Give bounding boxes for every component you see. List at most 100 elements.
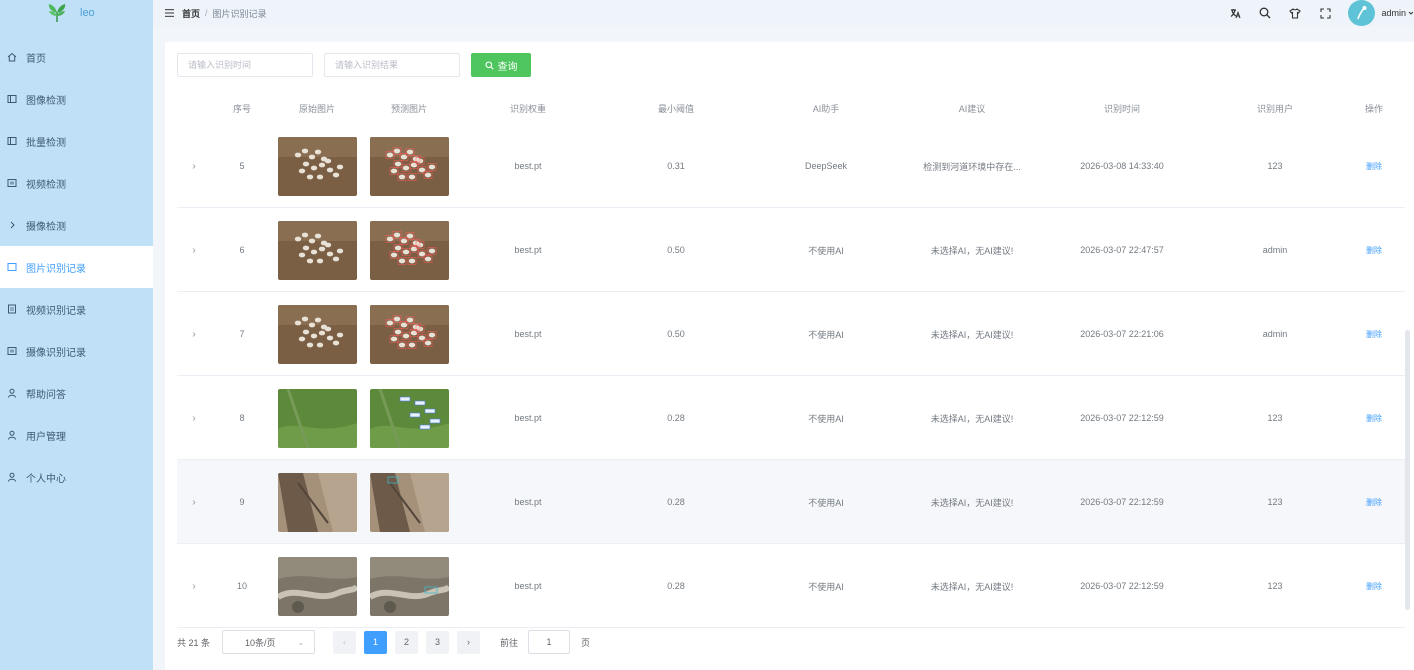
sidebar-menu: 首页 图像检测 批量检测 视频检测 摄像检测 图片识别记录 视频识别记录摄像识别记录帮助问答… — [0, 36, 153, 498]
page-button[interactable]: 2 — [395, 630, 419, 654]
page-button[interactable]: 3 — [426, 630, 450, 654]
help-icon — [7, 388, 17, 398]
goto-page-input[interactable] — [528, 630, 571, 654]
actions-cell: 删除 — [1349, 292, 1399, 376]
menu-toggle-icon[interactable] — [165, 9, 174, 17]
user-cell: 123 — [1267, 413, 1283, 423]
page-suffix: 页 — [581, 637, 591, 648]
original-image-cell — [272, 544, 362, 628]
page-size-select[interactable]: 10条/页 ⌄ — [222, 630, 316, 654]
actions-cell: 删除 — [1349, 544, 1399, 628]
table-row[interactable]: › 7 best.pt 0.50 不使用AI 未选择AI，无AI建议! 2026-03-07… — [177, 292, 1405, 376]
original-image[interactable] — [277, 472, 357, 532]
time-cell: 2026-03-07 22:21:06 — [1080, 329, 1164, 339]
logo-text: leo — [80, 7, 95, 19]
breadcrumb: 首页 / 图片识别记录 — [153, 7, 267, 20]
time-cell: 2026-03-08 14:33:40 — [1080, 161, 1164, 171]
search-button[interactable]: 查询 — [471, 53, 531, 77]
actions-cell: 删除 — [1349, 208, 1399, 292]
col-ai-advice-header: AI建议 — [958, 104, 986, 114]
next-page-button[interactable]: › — [457, 630, 481, 654]
predicted-image[interactable] — [369, 556, 449, 616]
username[interactable]: admin — [1381, 8, 1406, 18]
page-size-value: 10条/页 — [245, 637, 276, 648]
search-icon[interactable] — [1258, 6, 1272, 20]
ai-assistant-cell: 不使用AI — [808, 329, 844, 340]
original-image[interactable] — [277, 556, 357, 616]
sidebar-item-label: 摄像识别记录 — [26, 347, 86, 359]
breadcrumb-separator: / — [205, 8, 208, 18]
chevron-down-icon[interactable] — [1408, 6, 1414, 20]
table-row[interactable]: › 10 best.pt 0.28 不使用AI 未选择AI，无AI建议! 2026-03-0… — [177, 544, 1405, 628]
ai-advice-cell: 未选择AI，无AI建议! — [930, 413, 1014, 424]
avatar[interactable] — [1348, 0, 1376, 26]
predicted-image[interactable] — [369, 388, 449, 448]
predicted-image-cell — [364, 376, 454, 460]
sidebar-item[interactable]: 图像检测 — [0, 78, 153, 120]
predicted-image[interactable] — [369, 136, 449, 196]
col-time-header: 识别时间 — [1103, 104, 1140, 114]
sidebar-item[interactable]: 视频检测 — [0, 162, 153, 204]
ai-advice-cell: 检测到河道环境中存在... — [923, 161, 1021, 172]
main-card: 查询 序号原始图片预测图片识别权重最小阈值AI助手AI建议识别时间识别用户操作 … — [165, 42, 1414, 670]
sidebar-item[interactable]: 摄像检测 — [0, 204, 153, 246]
tshirt-icon[interactable] — [1288, 6, 1302, 20]
ai-advice-cell: 未选择AI，无AI建议! — [930, 581, 1014, 592]
original-image-cell — [272, 292, 362, 376]
sidebar-item[interactable]: 批量检测 — [0, 120, 153, 162]
col-ai-assistant-header: AI助手 — [812, 104, 840, 114]
leaf-logo-icon — [48, 4, 66, 22]
page-button[interactable]: 1 — [364, 630, 388, 654]
sidebar-item[interactable]: 首页 — [0, 36, 153, 78]
delete-button[interactable]: 删除 — [1366, 161, 1382, 172]
table-row[interactable]: › 8 best.pt 0.28 不使用AI 未选择AI，无AI建议! 2026-03-07… — [177, 376, 1405, 460]
sidebar-item[interactable]: 图片识别记录 — [0, 246, 153, 288]
threshold-cell: 0.50 — [667, 245, 685, 255]
breadcrumb-current: 图片识别记录 — [212, 8, 267, 19]
threshold-cell: 0.31 — [667, 161, 685, 171]
sidebar-item[interactable]: 视频识别记录 — [0, 288, 153, 330]
image-icon — [7, 94, 17, 104]
predicted-image[interactable] — [369, 304, 449, 364]
video-icon — [7, 178, 17, 188]
sidebar-item-label: 个人中心 — [26, 473, 66, 485]
table-row[interactable]: › 5 best.pt 0.31 DeepSeek 检测到河道环境中存在... 2026-0… — [177, 124, 1405, 208]
weight-cell: best.pt — [514, 329, 542, 339]
logo[interactable]: leo — [0, 0, 153, 26]
table-row[interactable]: › 9 best.pt 0.28 不使用AI 未选择AI，无AI建议! 2026-03-07… — [177, 460, 1405, 544]
scrollbar[interactable] — [1405, 330, 1410, 610]
actions-cell: 删除 — [1349, 460, 1399, 544]
threshold-cell: 0.28 — [667, 413, 685, 423]
original-image[interactable] — [277, 136, 357, 196]
predicted-image[interactable] — [369, 472, 449, 532]
original-image[interactable] — [277, 220, 357, 280]
delete-button[interactable]: 删除 — [1366, 329, 1382, 340]
fullscreen-icon[interactable] — [1318, 6, 1332, 20]
predicted-image[interactable] — [369, 220, 449, 280]
delete-button[interactable]: 删除 — [1366, 581, 1382, 592]
delete-button[interactable]: 删除 — [1366, 497, 1382, 508]
translate-icon[interactable] — [1228, 6, 1242, 20]
original-image[interactable] — [277, 388, 357, 448]
threshold-cell: 0.28 — [667, 581, 685, 591]
time-search-input[interactable] — [177, 53, 313, 77]
user-cell: admin — [1262, 245, 1288, 255]
breadcrumb-home[interactable]: 首页 — [182, 7, 200, 20]
prev-page-button[interactable]: ‹ — [333, 630, 357, 654]
user-cell: admin — [1262, 329, 1288, 339]
sidebar-item[interactable]: 用户管理 — [0, 414, 153, 456]
sidebar-item[interactable]: 帮助问答 — [0, 372, 153, 414]
original-image[interactable] — [277, 304, 357, 364]
time-cell: 2026-03-07 22:12:59 — [1080, 497, 1164, 507]
result-search-input[interactable] — [324, 53, 460, 77]
delete-button[interactable]: 删除 — [1366, 413, 1382, 424]
time-cell: 2026-03-07 22:12:59 — [1080, 581, 1164, 591]
user-icon — [7, 472, 17, 482]
sidebar-item[interactable]: 个人中心 — [0, 456, 153, 498]
delete-button[interactable]: 删除 — [1366, 245, 1382, 256]
original-image-cell — [272, 124, 362, 208]
col-user-header: 识别用户 — [1256, 104, 1293, 114]
sidebar-item[interactable]: 摄像识别记录 — [0, 330, 153, 372]
user-cell: 123 — [1267, 161, 1283, 171]
table-row[interactable]: › 6 best.pt 0.50 不使用AI 未选择AI，无AI建议! 2026-03-07… — [177, 208, 1405, 292]
